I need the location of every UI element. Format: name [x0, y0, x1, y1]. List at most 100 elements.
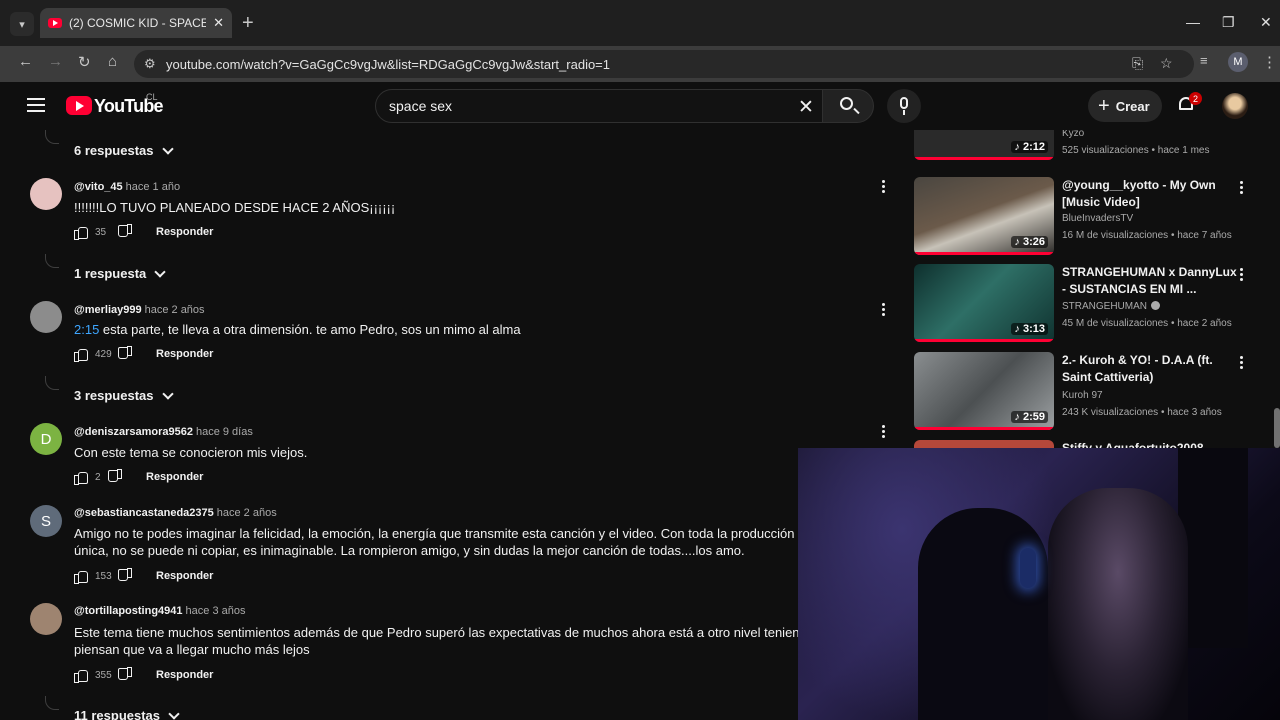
view-replies-button[interactable]: 1 respuesta [74, 265, 166, 281]
video-thumbnail[interactable] [914, 440, 1054, 448]
video-title[interactable]: Stiffy y Aguafortuito2008 ... [1062, 440, 1242, 448]
like-icon[interactable] [74, 570, 88, 584]
video-thumbnail[interactable]: ♪ 3:13 [914, 264, 1054, 342]
tab-close-icon[interactable]: ✕ [213, 15, 224, 31]
view-replies-button[interactable]: 6 respuestas [74, 142, 174, 158]
youtube-logo-icon[interactable] [66, 96, 92, 115]
video-channel[interactable]: BlueInvadersTV [1062, 213, 1133, 224]
video-title[interactable]: STRANGEHUMAN x DannyLux - SUSTANCIAS EN … [1062, 264, 1242, 298]
dislike-icon[interactable] [119, 570, 132, 582]
back-arrow-icon[interactable]: ← [18, 53, 33, 70]
comment-menu-icon[interactable] [882, 425, 886, 440]
comment-header: @vito_45 hace 1 año [74, 181, 180, 193]
plus-icon: + [1098, 95, 1110, 117]
comment-time[interactable]: hace 3 años [186, 605, 246, 617]
comment-time[interactable]: hace 9 días [196, 426, 253, 438]
video-card[interactable]: ♪ 2:12 Kyzo 525 visualizaciones • hace 1… [914, 130, 1268, 168]
create-button[interactable]: + Crear [1088, 90, 1162, 122]
chevron-down-icon [168, 707, 180, 720]
comment-author[interactable]: @tortillaposting4941 [74, 605, 183, 617]
comment-menu-icon[interactable] [882, 180, 886, 195]
like-icon[interactable] [74, 226, 88, 240]
comment-author[interactable]: @merliay999 [74, 304, 142, 316]
like-count: 2 [95, 471, 101, 483]
home-icon[interactable]: ⌂ [108, 53, 117, 70]
reload-icon[interactable]: ↻ [78, 53, 91, 71]
dislike-icon[interactable] [119, 226, 132, 238]
chrome-menu-icon[interactable]: ⋮ [1262, 53, 1277, 71]
comment-author[interactable]: @deniszarsamora9562 [74, 426, 193, 438]
video-duration: ♪ 3:13 [1011, 323, 1048, 335]
video-menu-icon[interactable] [1240, 181, 1243, 196]
comment-time[interactable]: hace 2 años [217, 507, 277, 519]
dislike-icon[interactable] [119, 669, 132, 681]
window-close-icon[interactable]: ✕ [1260, 14, 1272, 31]
bookmark-star-icon[interactable]: ☆ [1160, 55, 1173, 72]
new-tab-plus-icon[interactable]: + [242, 13, 254, 33]
view-replies-button[interactable]: 3 respuestas [74, 387, 174, 403]
search-button[interactable] [822, 89, 874, 123]
video-title[interactable]: @young__kyotto - My Own [Music Video] [1062, 177, 1242, 211]
comment-text-line-1: Amigo no te podes imaginar la felicidad,… [74, 526, 798, 541]
video-menu-icon[interactable] [1240, 356, 1243, 371]
search-input[interactable]: space sex ✕ [375, 89, 823, 123]
recommendations-sidebar: ♪ 2:12 Kyzo 525 visualizaciones • hace 1… [912, 130, 1280, 448]
address-bar[interactable]: ⚙ youtube.com/watch?v=GaGgCc9vgJw&list=R… [134, 50, 1194, 78]
maximize-icon[interactable]: ❐ [1222, 14, 1235, 31]
dislike-icon[interactable] [109, 471, 122, 483]
install-app-icon[interactable]: ⎘ [1132, 55, 1143, 72]
forward-arrow-icon[interactable]: → [48, 53, 63, 70]
voice-search-button[interactable] [887, 89, 921, 123]
video-card[interactable]: ♪ 2:59 2.- Kuroh & YO! - D.A.A (ft. Sain… [914, 352, 1268, 438]
reply-button[interactable]: Responder [156, 348, 213, 360]
video-thumbnail[interactable]: ♪ 2:59 [914, 352, 1054, 430]
minimize-icon[interactable]: — [1186, 14, 1200, 30]
comment-header: @tortillaposting4941 hace 3 años [74, 605, 245, 617]
comment-time[interactable]: hace 2 años [145, 304, 205, 316]
account-avatar[interactable] [1222, 93, 1248, 119]
chevron-down-icon [161, 387, 174, 400]
avatar[interactable]: D [30, 423, 62, 455]
comment-header: @merliay999 hace 2 años [74, 304, 205, 316]
tab-search-chevron-icon[interactable]: ▾ [10, 12, 34, 36]
reply-button[interactable]: Responder [156, 669, 213, 681]
browser-toolbar: ← → ↻ ⌂ ⚙ youtube.com/watch?v=GaGgCc9vgJ… [0, 46, 1280, 82]
clear-search-icon[interactable]: ✕ [798, 96, 814, 119]
avatar[interactable] [30, 301, 62, 333]
video-card[interactable]: ♪ 3:13 STRANGEHUMAN x DannyLux - SUSTANC… [914, 264, 1268, 350]
reply-button[interactable]: Responder [146, 471, 203, 483]
video-timestamp-link[interactable]: 2:15 [74, 322, 99, 337]
video-thumbnail[interactable]: ♪ 3:26 [914, 177, 1054, 255]
profile-avatar[interactable]: M [1228, 52, 1248, 72]
tab-title: (2) COSMIC KID - SPACE SEX - Y [69, 16, 207, 30]
comment-author[interactable]: @vito_45 [74, 181, 123, 193]
avatar[interactable]: S [30, 505, 62, 537]
comment-header: @deniszarsamora9562 hace 9 días [74, 426, 253, 438]
dislike-icon[interactable] [119, 348, 132, 360]
media-controls-icon[interactable]: ≡ [1200, 53, 1208, 68]
avatar[interactable] [30, 178, 62, 210]
like-icon[interactable] [74, 669, 88, 683]
comment-author[interactable]: @sebastiancastaneda2375 [74, 507, 214, 519]
browser-tab[interactable]: (2) COSMIC KID - SPACE SEX - Y ✕ [40, 8, 232, 38]
reply-button[interactable]: Responder [156, 570, 213, 582]
comment-menu-icon[interactable] [882, 303, 886, 318]
video-thumbnail[interactable]: ♪ 2:12 [914, 130, 1054, 160]
video-channel[interactable]: STRANGEHUMAN [1062, 301, 1161, 312]
reply-button[interactable]: Responder [156, 226, 213, 238]
comment-time[interactable]: hace 1 año [126, 181, 180, 193]
url-text: youtube.com/watch?v=GaGgCc9vgJw&list=RDG… [166, 57, 611, 72]
video-menu-icon[interactable] [1240, 268, 1243, 283]
like-icon[interactable] [74, 348, 88, 362]
video-card[interactable]: ♪ 3:26 @young__kyotto - My Own [Music Vi… [914, 177, 1268, 263]
video-card[interactable]: Stiffy y Aguafortuito2008 ... [914, 440, 1268, 448]
video-channel[interactable]: Kuroh 97 [1062, 390, 1103, 401]
view-replies-button[interactable]: 11 respuestas [74, 707, 180, 720]
video-title[interactable]: 2.- Kuroh & YO! - D.A.A (ft. Saint Catti… [1062, 352, 1242, 386]
like-icon[interactable] [74, 471, 88, 485]
video-channel[interactable]: Kyzo [1062, 130, 1084, 139]
hamburger-menu-icon[interactable] [27, 98, 45, 116]
avatar[interactable] [30, 603, 62, 635]
site-info-icon[interactable]: ⚙ [144, 56, 156, 72]
page-scrollbar[interactable] [1274, 408, 1280, 448]
